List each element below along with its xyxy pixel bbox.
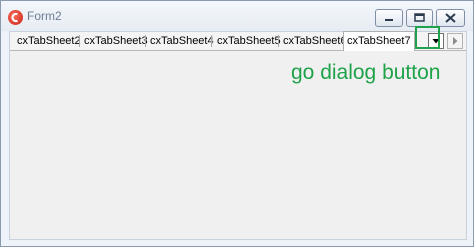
tab-cxtabsheet4[interactable]: cxTabSheet4 [147, 33, 217, 49]
app-icon[interactable] [8, 10, 23, 25]
tab-cxtabsheet3[interactable]: cxTabSheet3 [81, 33, 151, 49]
tab-separator [211, 35, 212, 47]
annotation-highlight-box [415, 26, 440, 49]
tab-strip: cxTabSheet2 cxTabSheet3 cxTabSheet4 cxTa… [10, 31, 466, 51]
tab-cxtabsheet5[interactable]: cxTabSheet5 [214, 33, 284, 49]
close-button[interactable] [436, 9, 465, 27]
tab-separator [79, 35, 80, 47]
tab-separator [278, 35, 279, 47]
tab-separator [145, 35, 146, 47]
tab-cxtabsheet7[interactable]: cxTabSheet7 [343, 31, 415, 51]
maximize-button[interactable] [406, 9, 433, 27]
tab-cxtabsheet2[interactable]: cxTabSheet2 [14, 33, 84, 49]
scroll-tabs-right-button[interactable] [447, 33, 463, 49]
maximize-icon [414, 13, 425, 22]
window-title: Form2 [27, 9, 62, 23]
tab-cxtabsheet6[interactable]: cxTabSheet6 [280, 33, 350, 49]
application-window: Form2 cxTabSheet2 cxTabSheet3 cxTabSheet… [0, 0, 474, 247]
minimize-button[interactable] [375, 9, 403, 27]
annotation-label: go dialog button [291, 61, 441, 84]
triangle-right-icon [453, 37, 458, 45]
title-bar[interactable]: Form2 [1, 1, 473, 31]
close-icon [445, 13, 456, 23]
minimize-icon [385, 19, 393, 21]
